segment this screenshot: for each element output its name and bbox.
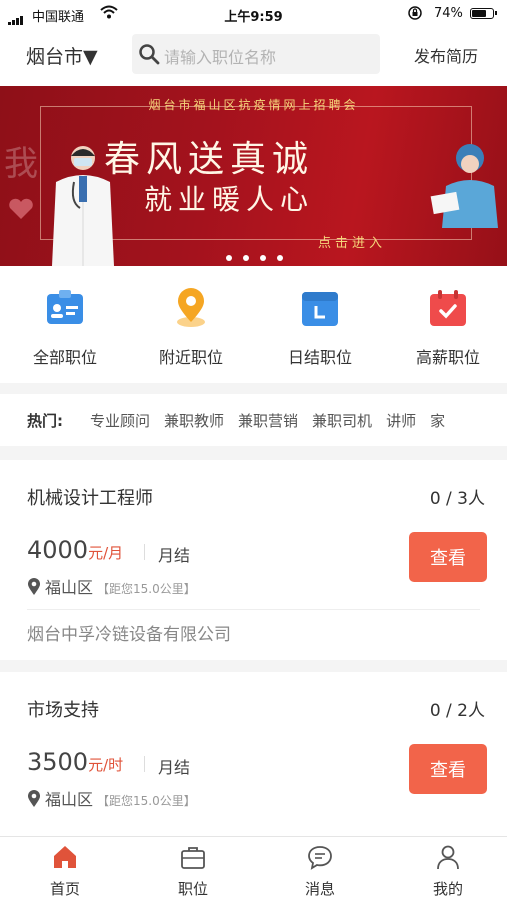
quick-nav: 全部职位 附近职位 日结职位 高薪职位 bbox=[0, 266, 507, 383]
quick-nav-label: 高薪职位 bbox=[415, 348, 480, 367]
heart-icon bbox=[9, 198, 33, 219]
settlement-type: 月结 bbox=[158, 546, 191, 565]
quick-nav-high-pay-jobs[interactable]: 高薪职位 bbox=[398, 288, 498, 368]
orientation-lock-icon bbox=[408, 6, 422, 20]
job-salary: 3500元/时 bbox=[27, 748, 124, 776]
job-card[interactable]: 机械设计工程师 0 / 3人 4000元/月 月结 查看 福山区 【距您15.0公… bbox=[0, 460, 507, 660]
job-location: 福山区 【距您15.0公里】 bbox=[27, 786, 196, 810]
hot-label: 热门: bbox=[27, 412, 63, 430]
job-salary: 4000元/月 bbox=[27, 536, 124, 564]
carousel-dot[interactable] bbox=[260, 255, 266, 261]
tab-label: 首页 bbox=[49, 880, 80, 898]
job-location: 福山区 【距您15.0公里】 bbox=[27, 574, 196, 598]
user-icon bbox=[437, 845, 459, 870]
search-icon bbox=[139, 44, 160, 65]
location-icon bbox=[28, 578, 40, 595]
location-icon bbox=[28, 790, 40, 807]
hot-tag[interactable]: 家 bbox=[430, 412, 445, 430]
hot-tag[interactable]: 专业顾问 bbox=[90, 412, 150, 430]
banner-enter-link[interactable]: 点击进入 bbox=[318, 232, 386, 251]
company-name[interactable]: 烟台中孚冷链设备有限公司 bbox=[27, 620, 231, 645]
job-title: 市场支持 bbox=[27, 700, 99, 721]
tab-label: 消息 bbox=[304, 880, 335, 898]
search-bar[interactable]: 请输入职位名称 bbox=[132, 34, 380, 74]
message-icon bbox=[308, 846, 332, 870]
quick-nav-label: 全部职位 bbox=[32, 348, 97, 367]
job-distance: 【距您15.0公里】 bbox=[97, 582, 196, 596]
salary-unit: 元/月 bbox=[88, 544, 124, 562]
recruitment-banner[interactable]: 我 烟台市福山区抗疫情网上招聘会 春风送真诚 就业暖人心 点击进入 bbox=[0, 86, 507, 266]
banner-deco-char: 我 bbox=[4, 144, 38, 184]
carousel-dot[interactable] bbox=[277, 255, 283, 261]
search-input[interactable]: 请输入职位名称 bbox=[164, 44, 276, 68]
hot-searches: 热门: 专业顾问 兼职教师 兼职营销 兼职司机 讲师家 bbox=[0, 394, 507, 446]
job-title: 机械设计工程师 bbox=[27, 488, 153, 509]
job-distance: 【距您15.0公里】 bbox=[97, 794, 196, 808]
salary-unit: 元/时 bbox=[88, 756, 124, 774]
tab-messages[interactable]: 消息 bbox=[270, 843, 370, 899]
banner-slogan-1: 春风送真诚 bbox=[104, 139, 315, 180]
nurse-illustration bbox=[430, 144, 498, 228]
hot-tag[interactable]: 兼职营销 bbox=[238, 412, 298, 430]
job-card[interactable]: 市场支持 0 / 2人 3500元/时 月结 查看 福山区 【距您15.0公里】 bbox=[0, 672, 507, 836]
tab-profile[interactable]: 我的 bbox=[398, 843, 498, 899]
job-headcount: 0 / 3人 bbox=[429, 489, 485, 509]
banner-slogan-2: 就业暖人心 bbox=[144, 183, 315, 216]
settlement-type: 月结 bbox=[158, 758, 191, 777]
view-job-button[interactable]: 查看 bbox=[409, 744, 487, 794]
tab-bar: 首页 职位 消息 我的 bbox=[0, 836, 507, 901]
calendar-day-icon bbox=[302, 292, 338, 326]
top-bar: 烟台市▼ 请输入职位名称 发布简历 bbox=[0, 28, 507, 86]
divider bbox=[144, 544, 145, 560]
hot-tag[interactable]: 兼职司机 bbox=[312, 412, 372, 430]
status-time: 上午9:59 bbox=[224, 10, 283, 25]
hot-tags: 专业顾问 兼职教师 兼职营销 兼职司机 讲师家 bbox=[90, 410, 459, 431]
view-job-button[interactable]: 查看 bbox=[409, 532, 487, 582]
quick-nav-all-jobs[interactable]: 全部职位 bbox=[15, 288, 115, 368]
job-headcount: 0 / 2人 bbox=[429, 701, 485, 721]
calendar-check-icon bbox=[430, 290, 466, 326]
carousel-dot[interactable] bbox=[226, 255, 232, 261]
quick-nav-label: 日结职位 bbox=[287, 348, 352, 367]
hot-tag[interactable]: 兼职教师 bbox=[164, 412, 224, 430]
carousel-dots[interactable] bbox=[226, 246, 294, 265]
tab-jobs[interactable]: 职位 bbox=[143, 843, 243, 899]
divider bbox=[144, 756, 145, 772]
home-icon bbox=[54, 846, 76, 868]
battery-icon bbox=[470, 8, 497, 19]
battery-percent: 74% bbox=[434, 6, 463, 21]
divider bbox=[27, 609, 480, 610]
quick-nav-nearby-jobs[interactable]: 附近职位 bbox=[141, 288, 241, 368]
id-card-icon bbox=[47, 290, 83, 324]
tab-home[interactable]: 首页 bbox=[15, 843, 115, 899]
carousel-dot[interactable] bbox=[243, 255, 249, 261]
quick-nav-label: 附近职位 bbox=[158, 348, 223, 367]
city-selector[interactable]: 烟台市▼ bbox=[26, 42, 98, 69]
tab-label: 我的 bbox=[432, 880, 463, 898]
briefcase-icon bbox=[181, 847, 205, 869]
location-pin-icon bbox=[177, 288, 205, 327]
tab-label: 职位 bbox=[177, 880, 208, 898]
banner-title: 烟台市福山区抗疫情网上招聘会 bbox=[148, 98, 359, 112]
quick-nav-daily-jobs[interactable]: 日结职位 bbox=[270, 288, 370, 368]
status-bar: 中国联通 上午9:59 74% bbox=[0, 0, 507, 28]
post-resume-button[interactable]: 发布简历 bbox=[414, 43, 478, 67]
hot-tag[interactable]: 讲师 bbox=[386, 412, 416, 430]
